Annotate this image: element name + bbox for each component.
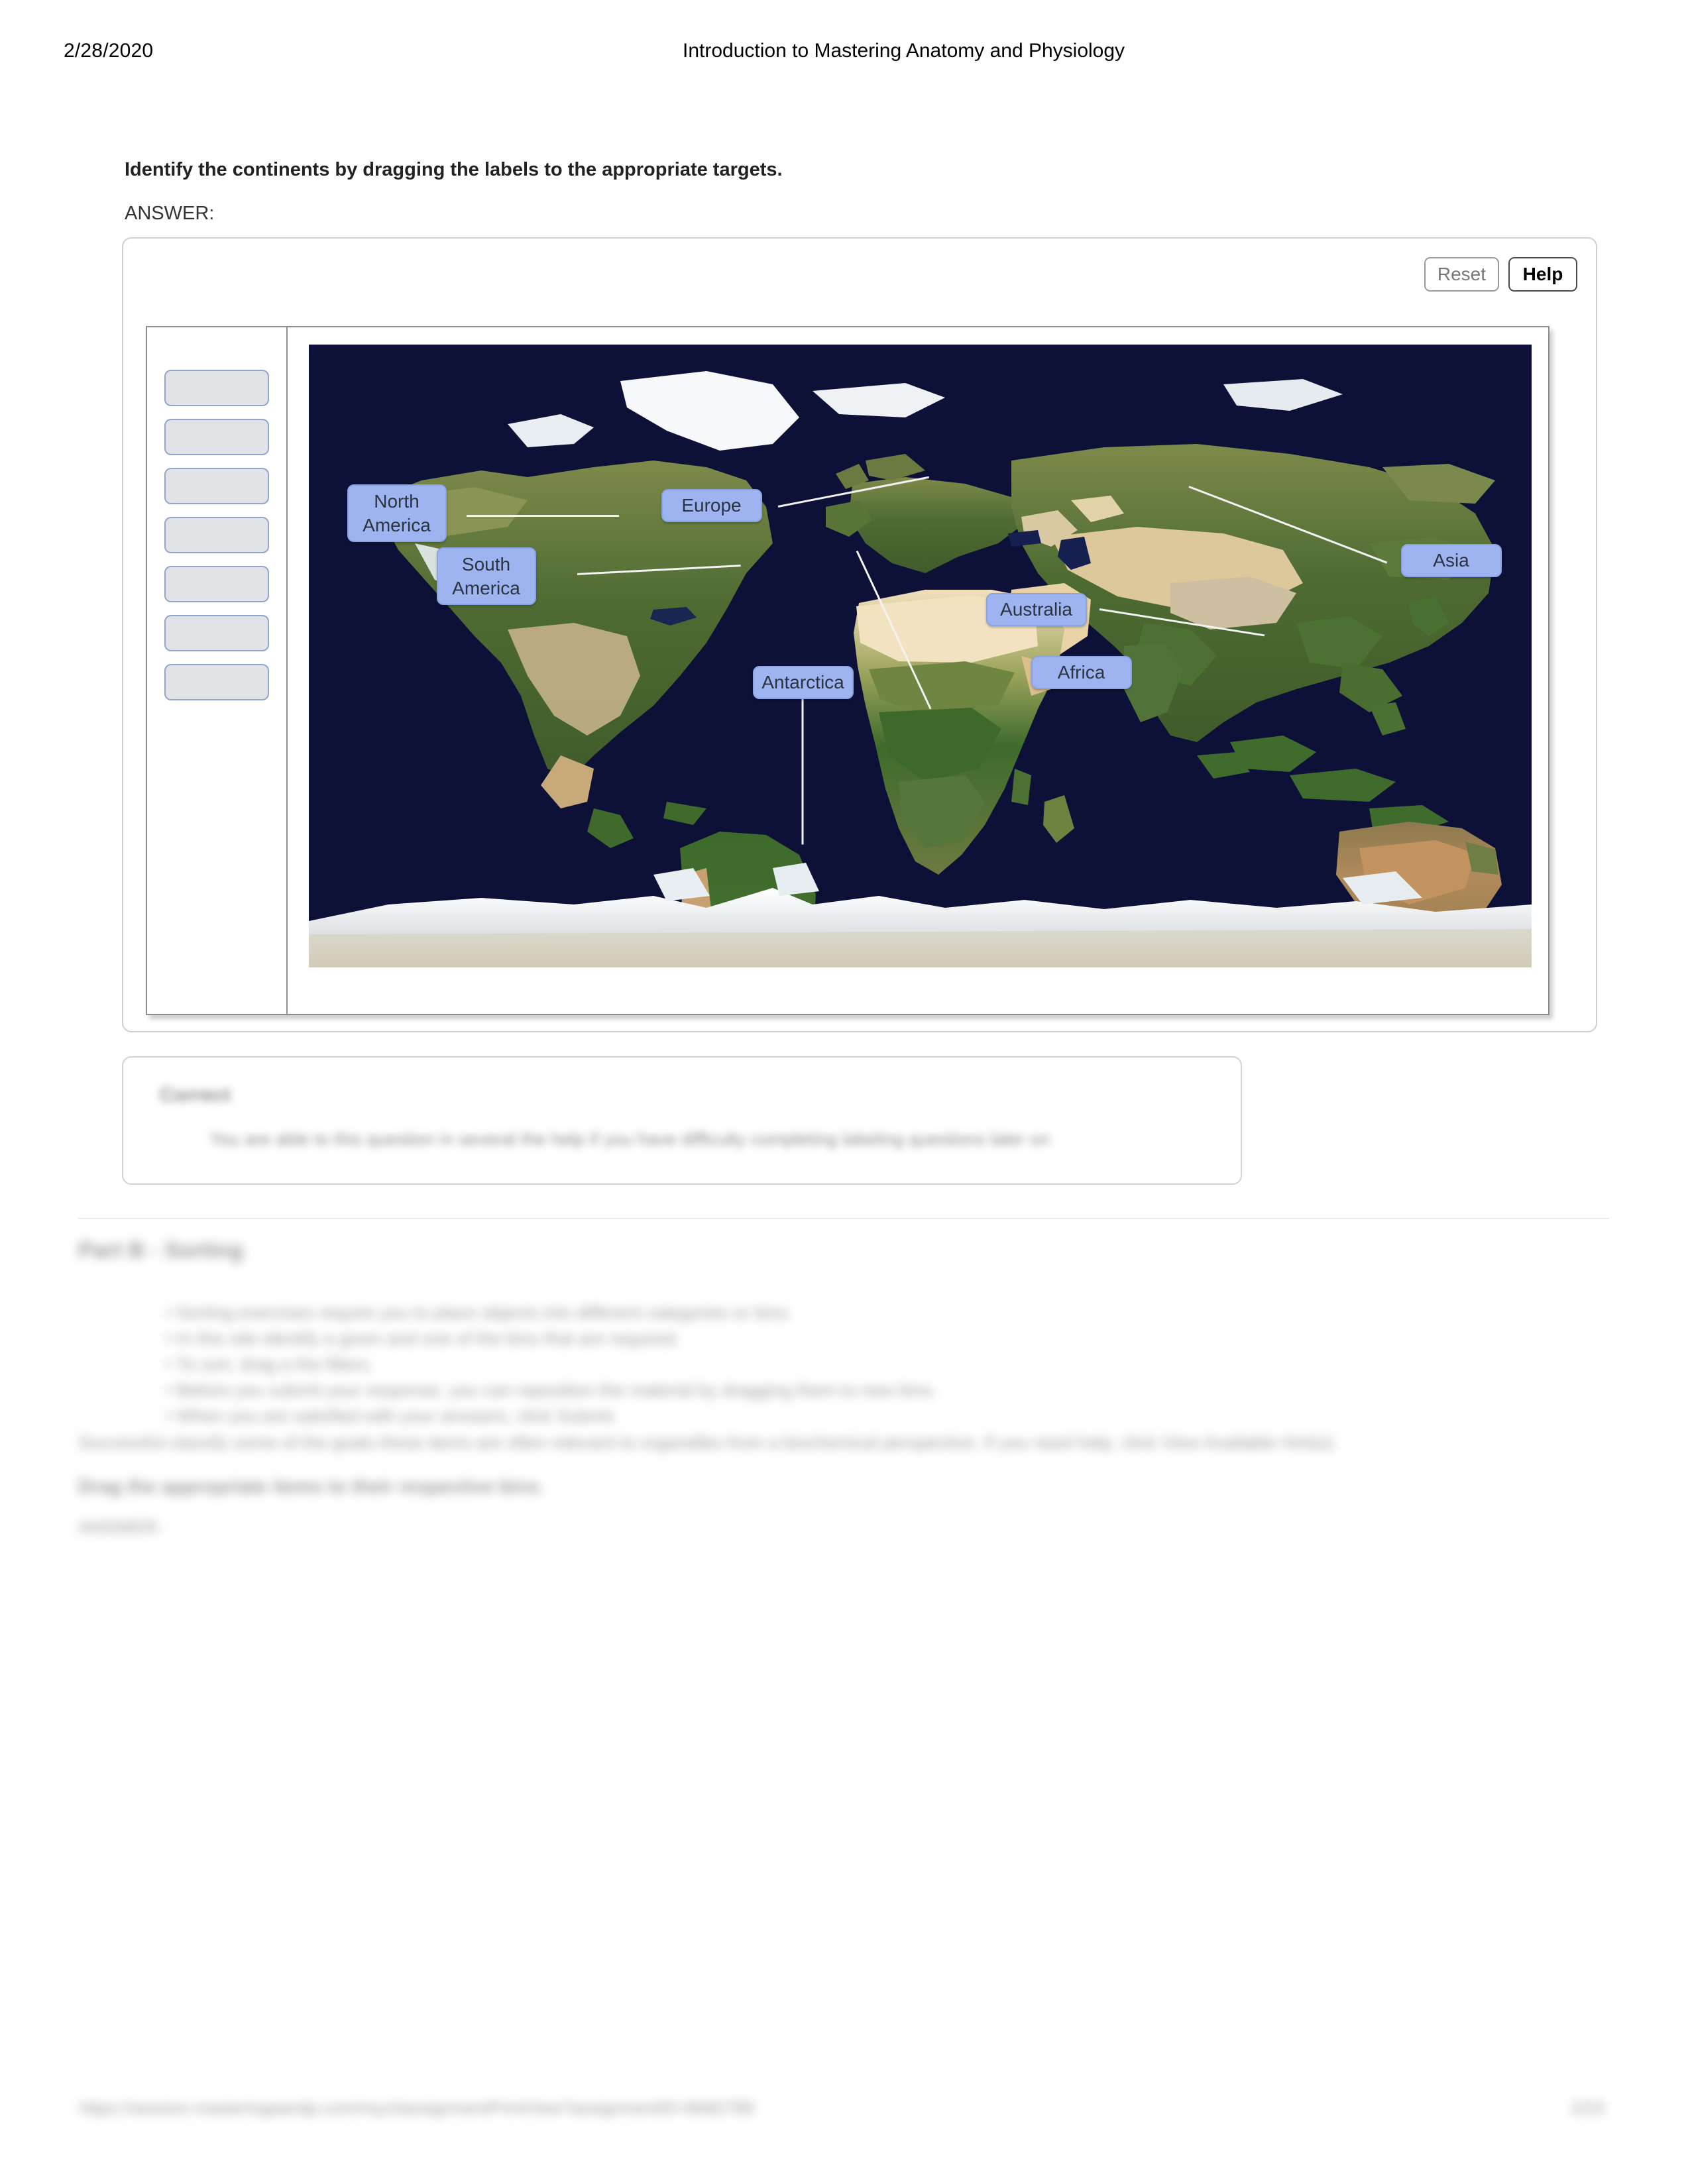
map-label-text: Australia (1000, 599, 1072, 620)
print-title: Introduction to Mastering Anatomy and Ph… (683, 40, 1125, 62)
instruction-bullet: • Before you submit your response, you c… (166, 1380, 937, 1400)
feedback-body: You are able to this question in several… (209, 1129, 1050, 1149)
instruction-bullet: • In this site identify a given and one … (166, 1329, 681, 1348)
question-prompt: Identify the continents by dragging the … (125, 159, 783, 180)
leader-line-antarctica (801, 675, 803, 845)
world-map[interactable]: North America Europe Asia South America (308, 345, 1532, 967)
map-label-text: Antarctica (761, 672, 844, 692)
label-bank-slot-3[interactable] (164, 468, 269, 504)
map-label-antarctica[interactable]: Antarctica (752, 666, 854, 699)
world-map-graphic (308, 345, 1532, 967)
map-label-text: Asia (1433, 550, 1469, 571)
instruction-bullet: • To sort, drag a the filters. (166, 1354, 374, 1374)
label-bank-slot-4[interactable] (164, 517, 269, 553)
activity-card: Reset Help North America Europe Asia Sou… (122, 237, 1597, 1032)
footer-url: https://session.masteringaandp.com/myct/… (80, 2098, 754, 2118)
sub-instruction: Drag the appropriate items to their resp… (78, 1476, 544, 1498)
map-container: North America Europe Asia South America (289, 327, 1551, 1016)
label-bank-slot-5[interactable] (164, 566, 269, 602)
label-bank-slot-7[interactable] (164, 664, 269, 700)
print-date: 2/28/2020 (64, 40, 154, 62)
activity-toolbar: Reset Help (1424, 257, 1577, 292)
instruction-bullet: • Sorting exercises require you to place… (166, 1303, 793, 1323)
instruction-bullet: • When you are satisfied with your answe… (166, 1406, 618, 1426)
map-label-north-america[interactable]: North America (347, 484, 447, 542)
section-divider (78, 1218, 1609, 1219)
label-bank-slot-1[interactable] (164, 370, 269, 406)
drag-drop-panel: North America Europe Asia South America (146, 326, 1549, 1015)
map-label-europe[interactable]: Europe (661, 489, 762, 522)
label-bank-slot-2[interactable] (164, 419, 269, 455)
help-button[interactable]: Help (1508, 257, 1577, 292)
label-bank (147, 327, 288, 1014)
map-label-text: South America (452, 553, 520, 598)
map-label-text: Africa (1057, 662, 1105, 682)
section-title: Part B - Sorting (78, 1238, 244, 1263)
instruction-paragraph: Successful classify some of the goals th… (78, 1433, 1334, 1452)
map-label-text: Europe (681, 495, 742, 516)
map-label-australia[interactable]: Australia (986, 593, 1087, 626)
reset-button[interactable]: Reset (1424, 257, 1499, 292)
map-label-africa[interactable]: Africa (1031, 656, 1132, 689)
footer-page-number: 2/23 (1571, 2098, 1605, 2118)
answer-label: ANSWER: (125, 203, 215, 224)
print-page: 2/28/2020 Introduction to Mastering Anat… (0, 0, 1690, 2184)
sub-answer-label: ANSWER: (78, 1517, 162, 1537)
label-bank-slot-6[interactable] (164, 615, 269, 651)
instruction-bullets: • Sorting exercises require you to place… (166, 1300, 937, 1429)
map-label-asia[interactable]: Asia (1400, 544, 1502, 577)
map-label-south-america[interactable]: South America (436, 547, 536, 605)
map-label-text: North America (363, 490, 431, 535)
print-header: 2/28/2020 Introduction to Mastering Anat… (0, 40, 1690, 70)
feedback-title: Correct (160, 1084, 231, 1106)
feedback-card: Correct You are able to this question in… (122, 1056, 1242, 1185)
leader-line-north-america (466, 515, 619, 517)
